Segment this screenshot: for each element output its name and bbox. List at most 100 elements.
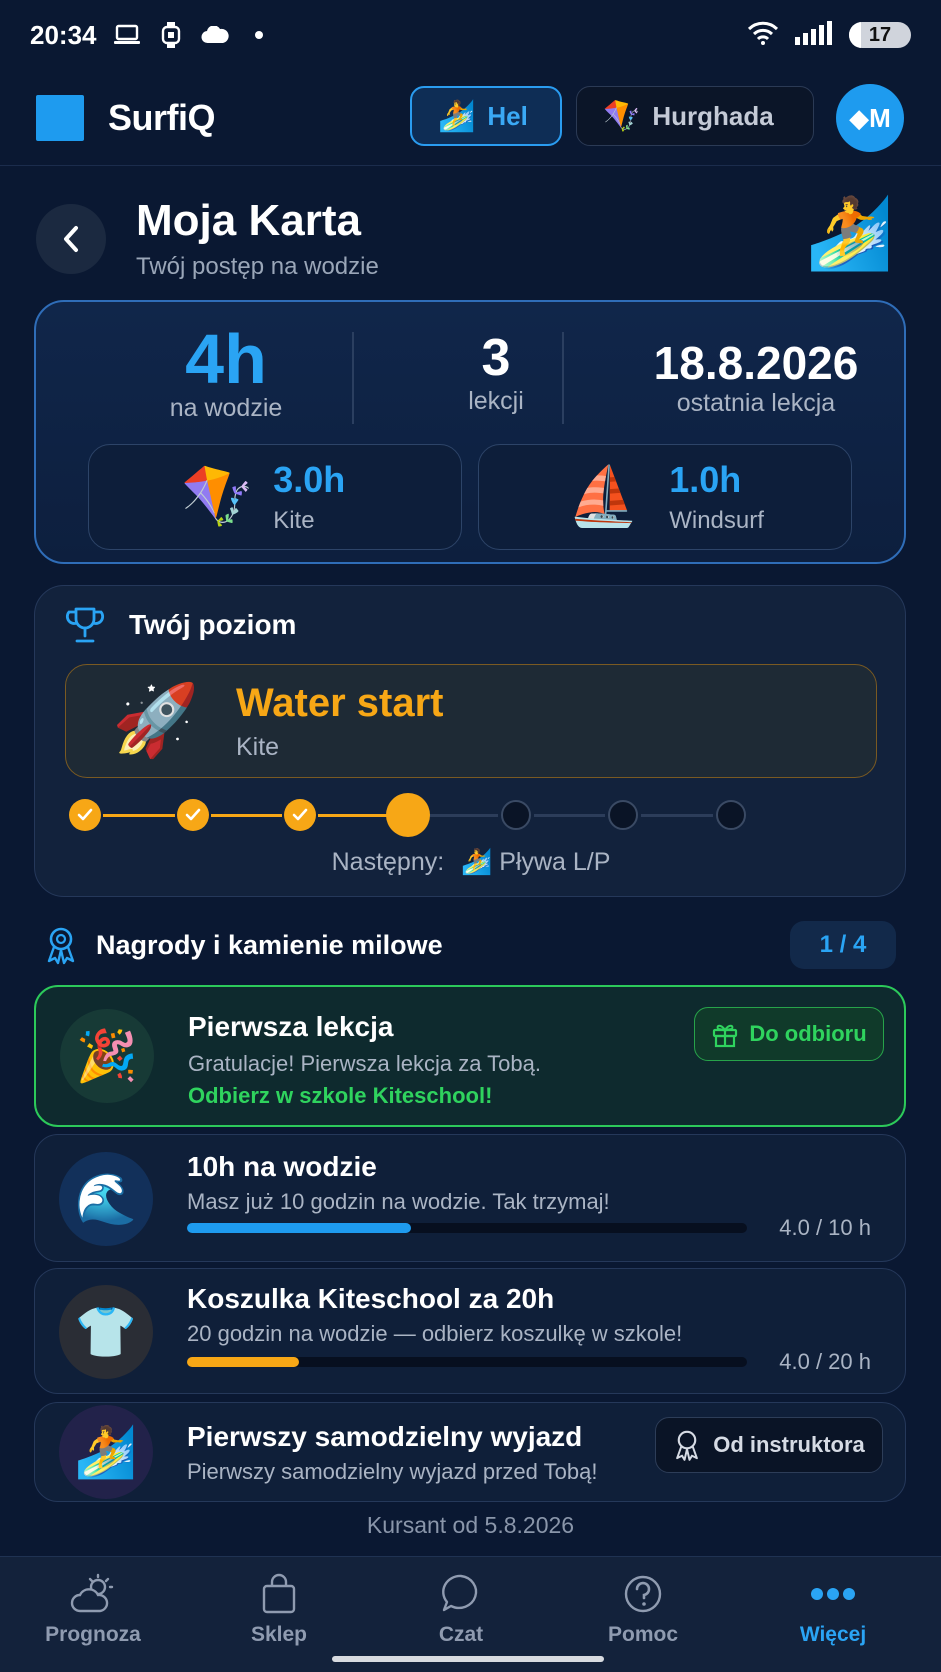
surfer-icon: 🏄 bbox=[806, 194, 894, 272]
stat-last-lesson-value: 18.8.2026 bbox=[653, 337, 859, 389]
gift-icon bbox=[713, 1024, 738, 1048]
location-label: Hurghada bbox=[652, 100, 774, 131]
reward-emoji: 🎉 bbox=[75, 1027, 139, 1084]
avatar-initials: ◆M bbox=[849, 102, 891, 133]
more-icon bbox=[811, 1588, 855, 1600]
party-popper-icon: 🎉 bbox=[60, 1009, 154, 1103]
award-icon bbox=[676, 1430, 699, 1461]
location-button-hurghada[interactable]: 🪁 Hurghada bbox=[576, 86, 814, 146]
stat-last-lesson-label: ostatnia lekcja bbox=[676, 388, 836, 417]
help-icon bbox=[624, 1575, 662, 1613]
wifi-icon bbox=[747, 21, 779, 50]
nav-item-czat[interactable]: Czat bbox=[386, 1571, 536, 1647]
level-progress-steps bbox=[67, 792, 879, 838]
level-name: Water start bbox=[236, 681, 444, 725]
surfer-icon: 🏄 bbox=[461, 848, 493, 876]
sport-name: Windsurf bbox=[669, 507, 764, 534]
notification-dot-icon bbox=[245, 24, 273, 46]
step-completed bbox=[69, 799, 101, 831]
reward-card[interactable]: 🌊 10h na wodzie Masz już 10 godzin na wo… bbox=[34, 1134, 906, 1262]
reward-description: 20 godzin na wodzie — odbierz koszulkę w… bbox=[187, 1321, 683, 1346]
reward-card[interactable]: 🏄 Pierwszy samodzielny wyjazd Pierwszy s… bbox=[34, 1402, 906, 1502]
reward-card[interactable]: 🎉 Pierwsza lekcja Gratulacje! Pierwsza l… bbox=[34, 985, 906, 1127]
nav-item-sklep[interactable]: Sklep bbox=[204, 1571, 354, 1647]
step-connector bbox=[641, 814, 713, 817]
kite-icon: 🪁 bbox=[603, 99, 641, 133]
nav-label: Sklep bbox=[250, 1623, 308, 1646]
step-connector bbox=[533, 814, 606, 817]
reward-emoji: 🌊 bbox=[74, 1170, 138, 1227]
step-completed bbox=[176, 799, 209, 831]
member-since: Kursant od 5.8.2026 bbox=[366, 1512, 575, 1538]
app-logo bbox=[36, 94, 84, 141]
step-upcoming bbox=[608, 800, 639, 830]
nav-item-wiecej[interactable]: Więcej bbox=[758, 1571, 908, 1647]
claim-reward-button[interactable]: Do odbioru bbox=[694, 1007, 884, 1061]
reward-progress-fill bbox=[187, 1223, 411, 1233]
chat-icon bbox=[442, 1574, 478, 1612]
reward-card[interactable]: 👕 Koszulka Kiteschool za 20h 20 godzin n… bbox=[34, 1268, 906, 1394]
nav-item-prognoza[interactable]: Prognoza bbox=[18, 1571, 168, 1647]
nav-label: Więcej bbox=[799, 1623, 867, 1646]
home-indicator[interactable] bbox=[332, 1656, 604, 1662]
sport-stat-windsurf: ⛵ 1.0h Windsurf bbox=[478, 444, 852, 550]
nav-item-pomoc[interactable]: Pomoc bbox=[568, 1571, 718, 1647]
award-icon bbox=[47, 927, 75, 965]
bottom-navigation: Prognoza Sklep Czat Pomoc Więcej bbox=[0, 1556, 941, 1672]
reward-title: Pierwsza lekcja bbox=[188, 1011, 394, 1042]
rewards-count: 1 / 4 bbox=[790, 921, 896, 969]
next-level: Następny: 🏄 Pływa L/P bbox=[35, 848, 907, 877]
page-subtitle: Twój postęp na wodzie bbox=[136, 253, 379, 280]
step-current bbox=[386, 793, 430, 837]
back-button[interactable] bbox=[36, 204, 106, 274]
step-upcoming bbox=[500, 800, 531, 830]
instructor-button-label: Od instruktora bbox=[713, 1432, 865, 1457]
stat-hours-value: 4h bbox=[185, 320, 267, 398]
trophy-icon bbox=[65, 607, 105, 643]
laptop-icon bbox=[113, 24, 141, 46]
reward-description: Pierwszy samodzielny wyjazd przed Tobą! bbox=[187, 1459, 598, 1484]
surfer-icon: 🏄 bbox=[59, 1405, 153, 1499]
from-instructor-button[interactable]: Od instruktora bbox=[655, 1417, 883, 1473]
location-button-hel[interactable]: 🏄 Hel bbox=[410, 86, 562, 146]
battery-level: 17 bbox=[868, 23, 892, 46]
reward-title: Pierwszy samodzielny wyjazd bbox=[187, 1421, 583, 1452]
rocket-icon: 🚀 bbox=[112, 681, 200, 759]
next-level-label: Następny: bbox=[331, 848, 445, 876]
rewards-header: Nagrody i kamienie milowe bbox=[44, 925, 443, 965]
sport-name: Kite bbox=[273, 507, 315, 534]
signal-icon bbox=[795, 20, 833, 50]
reward-progress-fill bbox=[187, 1357, 299, 1367]
smartwatch-icon bbox=[157, 22, 185, 48]
current-level: 🚀 Water start Kite bbox=[65, 664, 877, 778]
sailboat-icon: ⛵ bbox=[567, 464, 640, 529]
reward-progress-text: 4.0 / 10 h bbox=[779, 1215, 871, 1240]
stat-lessons-value: 3 bbox=[481, 329, 511, 387]
nav-label: Prognoza bbox=[45, 1623, 141, 1646]
app-name: SurfiQ bbox=[108, 96, 216, 138]
step-connector bbox=[426, 814, 498, 817]
step-completed bbox=[284, 799, 317, 831]
rewards-heading: Nagrody i kamienie milowe bbox=[96, 929, 443, 960]
wave-icon: 🌊 bbox=[59, 1152, 153, 1246]
location-label: Hel bbox=[487, 100, 528, 131]
avatar[interactable]: ◆M bbox=[836, 84, 904, 152]
step-connector bbox=[103, 814, 175, 817]
status-time: 20:34 bbox=[30, 19, 97, 50]
status-bar: 20:34 17 bbox=[0, 0, 941, 70]
step-upcoming bbox=[716, 800, 746, 830]
next-level-value: Pływa L/P bbox=[499, 848, 611, 876]
checkmark-icon bbox=[293, 808, 308, 821]
weather-icon bbox=[70, 1573, 114, 1613]
reward-description: Masz już 10 godzin na wodzie. Tak trzyma… bbox=[187, 1189, 610, 1214]
stats-card: 4h na wodzie 3 lekcji 18.8.2026 ostatnia… bbox=[34, 300, 906, 564]
reward-progress-text: 4.0 / 20 h bbox=[779, 1349, 871, 1374]
stat-lessons: 3 lekcji bbox=[396, 324, 596, 416]
claim-button-label: Do odbioru bbox=[749, 1021, 867, 1046]
reward-title: 10h na wodzie bbox=[187, 1151, 377, 1182]
divider bbox=[562, 332, 564, 424]
sport-hours: 3.0h bbox=[273, 459, 346, 500]
sport-hours: 1.0h bbox=[669, 459, 742, 500]
stat-last-lesson: 18.8.2026 ostatnia lekcja bbox=[616, 324, 896, 418]
stat-hours: 4h na wodzie bbox=[126, 324, 326, 423]
